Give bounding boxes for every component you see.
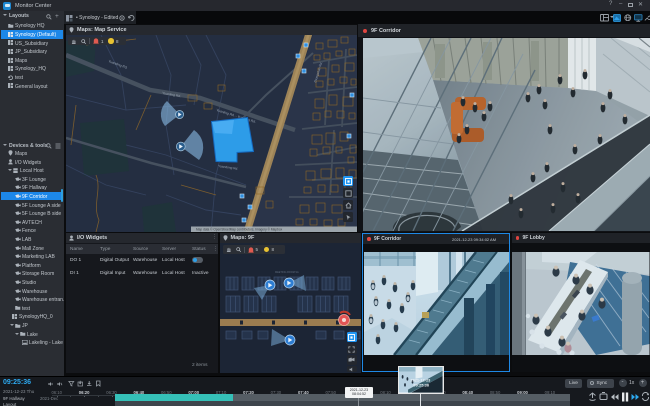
svg-text:09:25:36: 09:25:36 (413, 383, 429, 388)
svg-text:MEETING ROOM 9A: MEETING ROOM 9A (275, 271, 299, 274)
svg-text:2021-12-23: 2021-12-23 (410, 377, 431, 382)
svg-text:Map data © OpenStreetMap contr: Map data © OpenStreetMap contributors, I… (196, 228, 283, 232)
